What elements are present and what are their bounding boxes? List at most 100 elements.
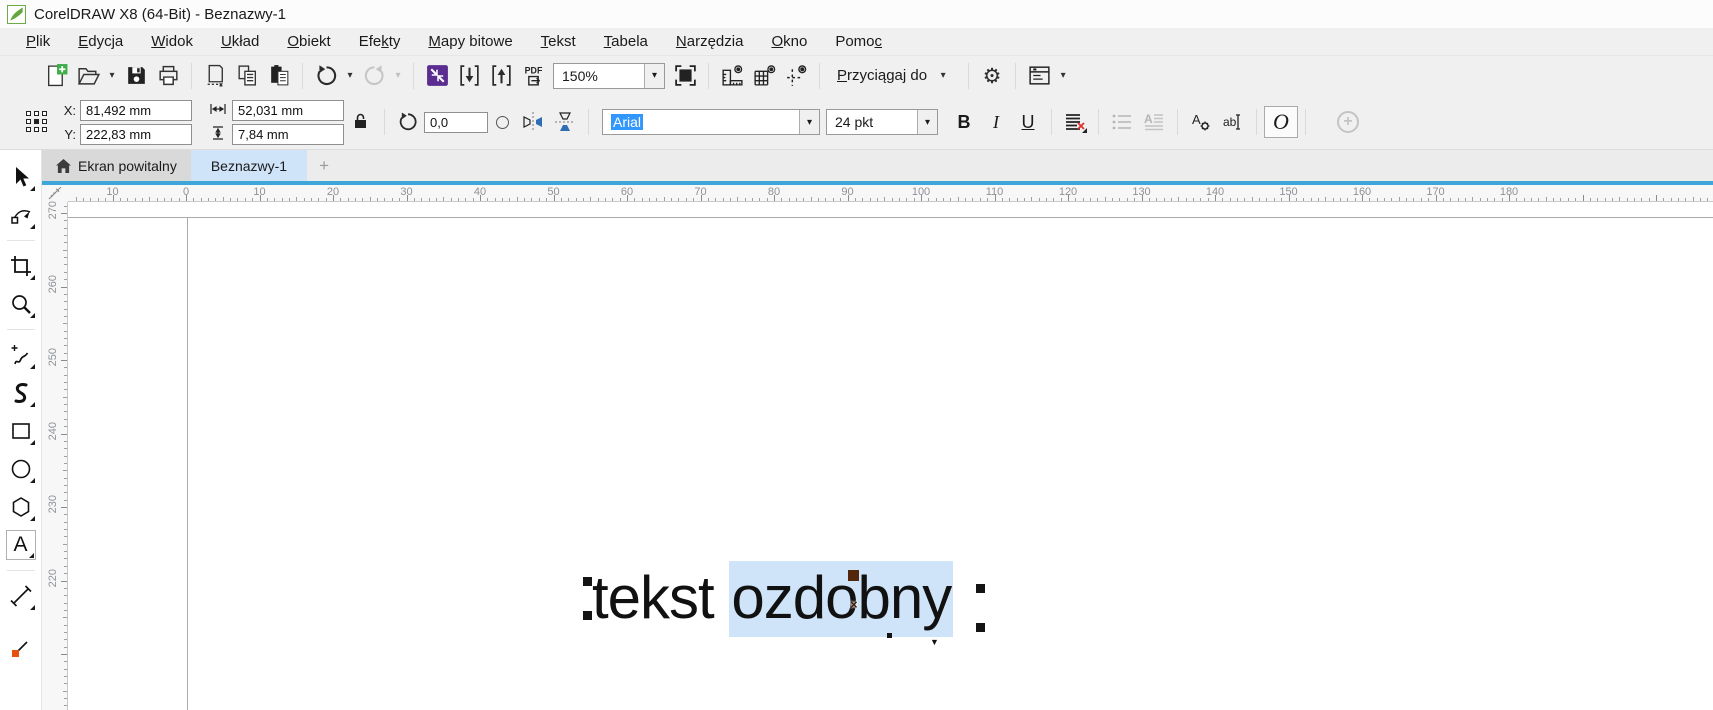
snap-to-button[interactable]: Przyciągaj do ▾: [827, 67, 961, 84]
search-content-button[interactable]: [421, 61, 453, 91]
connector-tool[interactable]: [6, 633, 36, 663]
dimension-tool[interactable]: [6, 581, 36, 611]
toolbar-separator: [302, 62, 303, 89]
lock-ratio-button[interactable]: [354, 113, 367, 132]
undo-button[interactable]: [310, 61, 342, 91]
font-list-dropdown[interactable]: ▾: [799, 110, 819, 134]
hruler-tick: [1060, 198, 1062, 201]
zoom-level-combo[interactable]: 150% ▾: [553, 62, 665, 89]
fullscreen-preview-button[interactable]: [669, 61, 701, 91]
mirror-horizontal-button[interactable]: [517, 107, 549, 137]
cut-button[interactable]: [199, 61, 231, 91]
ellipse-tool[interactable]: [6, 454, 36, 484]
import-button[interactable]: [453, 61, 485, 91]
selection-handle-right-middle[interactable]: [976, 623, 985, 632]
tab-document[interactable]: Beznazwy-1: [190, 150, 308, 181]
text-tool[interactable]: A: [5, 530, 36, 560]
object-width-field[interactable]: [232, 99, 344, 121]
leading-arrow-icon[interactable]: ▼: [930, 637, 939, 647]
text-alignment-button[interactable]: [1059, 107, 1091, 137]
selection-handle-left-top[interactable]: [583, 577, 592, 586]
font-list-combo[interactable]: Arial ▾: [602, 109, 820, 135]
y-position-field[interactable]: [80, 123, 192, 145]
polygon-tool[interactable]: [6, 492, 36, 522]
text-properties-button[interactable]: O: [1264, 106, 1298, 138]
crop-tool[interactable]: [6, 251, 36, 281]
underline-button[interactable]: U: [1012, 107, 1044, 137]
hruler-tick: [656, 198, 658, 201]
zoom-tool[interactable]: [6, 289, 36, 319]
font-size-dropdown[interactable]: ▾: [917, 110, 937, 134]
menu-item-obiekt[interactable]: Obiekt: [273, 30, 344, 53]
save-button[interactable]: [120, 61, 152, 91]
new-tab-button[interactable]: +: [307, 150, 341, 181]
new-document-button[interactable]: [40, 61, 72, 91]
menu-item-tekst[interactable]: Tekst: [527, 30, 590, 53]
application-launcher-dropdown[interactable]: ▾: [1055, 70, 1071, 81]
font-size-combo[interactable]: 24 pkt ▾: [826, 109, 938, 135]
menu-item-widok[interactable]: Widok: [137, 30, 207, 53]
menu-item-uk-ad[interactable]: Układ: [207, 30, 273, 53]
publish-to-pdf-button[interactable]: PDF: [517, 61, 549, 91]
menu-item-tabela[interactable]: Tabela: [590, 30, 662, 53]
show-guidelines-button[interactable]: [780, 61, 812, 91]
snap-to-dropdown[interactable]: ▾: [935, 70, 951, 81]
vertical-ruler[interactable]: 270 260 250 240 230 220: [42, 201, 68, 710]
artistic-media-tool[interactable]: [6, 378, 36, 408]
hruler-tick: [788, 198, 790, 201]
copy-button[interactable]: [231, 61, 263, 91]
artistic-text-object[interactable]: tekst ozdobny: [592, 561, 954, 637]
rotation-button[interactable]: [392, 107, 424, 137]
glyph-node-handle[interactable]: [848, 570, 859, 581]
open-button[interactable]: [72, 61, 104, 91]
bold-button[interactable]: B: [948, 107, 980, 137]
paste-button[interactable]: [263, 61, 295, 91]
show-rulers-button[interactable]: [716, 61, 748, 91]
object-width-icon: [208, 102, 228, 119]
redo-dropdown[interactable]: ▾: [390, 70, 406, 81]
menu-item-okno[interactable]: Okno: [757, 30, 821, 53]
tab-welcome-screen[interactable]: Ekran powitalny: [42, 150, 191, 181]
kerning-x-marker: ×: [850, 597, 858, 612]
bulleted-list-button[interactable]: [1106, 107, 1138, 137]
selection-handle-left-middle[interactable]: [583, 611, 592, 620]
export-button[interactable]: [485, 61, 517, 91]
application-launcher-button[interactable]: [1023, 61, 1055, 91]
standard-toolbar: ▾ ▾ ▾ PDF 150% ▾ Przyciągaj do ▾ ⚙ ▾: [0, 55, 1713, 95]
horizontal-ruler[interactable]: 10 0 10 20 30 40 50 60 70 80 90 100 110 120 130 140 150 1…: [42, 185, 1713, 202]
edit-text-button[interactable]: ab: [1217, 107, 1249, 137]
rectangle-tool[interactable]: [6, 416, 36, 446]
zoom-level-dropdown[interactable]: ▾: [644, 63, 664, 88]
open-dropdown[interactable]: ▾: [104, 70, 120, 81]
drawing-canvas[interactable]: 10 0 10 20 30 40 50 60 70 80 90 100 110 120 130 140 150 1…: [42, 185, 1713, 710]
ruler-origin-button[interactable]: [42, 185, 68, 202]
shape-tool[interactable]: [6, 200, 36, 230]
menu-item-plik[interactable]: Plik: [12, 30, 64, 53]
glyph-node-dot[interactable]: [887, 633, 892, 638]
menu-item-efekty[interactable]: Efekty: [345, 30, 415, 53]
menu-item-edycja[interactable]: Edycja: [64, 30, 137, 53]
menu-item-narz-dzia[interactable]: Narzędzia: [662, 30, 758, 53]
menu-item-mapy-bitowe[interactable]: Mapy bitowe: [414, 30, 526, 53]
x-position-field[interactable]: [80, 99, 192, 121]
vruler-tick: [64, 587, 67, 589]
options-button[interactable]: ⚙: [976, 61, 1008, 91]
italic-button[interactable]: I: [980, 107, 1012, 137]
object-position-grid-icon[interactable]: [26, 111, 48, 133]
menu-item-pomoc[interactable]: Pomoc: [821, 30, 896, 53]
undo-dropdown[interactable]: ▾: [342, 70, 358, 81]
vruler-tick: [64, 352, 67, 354]
hruler-label: 110: [985, 186, 1004, 198]
vruler-tick: [61, 507, 67, 508]
selection-handle-right-top[interactable]: [976, 584, 985, 593]
freehand-tool[interactable]: [6, 340, 36, 370]
character-formatting-button[interactable]: A: [1185, 107, 1217, 137]
show-grid-button[interactable]: [748, 61, 780, 91]
pick-tool[interactable]: [6, 162, 36, 192]
rotation-angle-field[interactable]: [424, 111, 488, 133]
object-height-field[interactable]: [232, 123, 344, 145]
redo-button[interactable]: [358, 61, 390, 91]
print-button[interactable]: [152, 61, 184, 91]
drop-cap-button[interactable]: A: [1138, 107, 1170, 137]
mirror-vertical-button[interactable]: [549, 107, 581, 137]
